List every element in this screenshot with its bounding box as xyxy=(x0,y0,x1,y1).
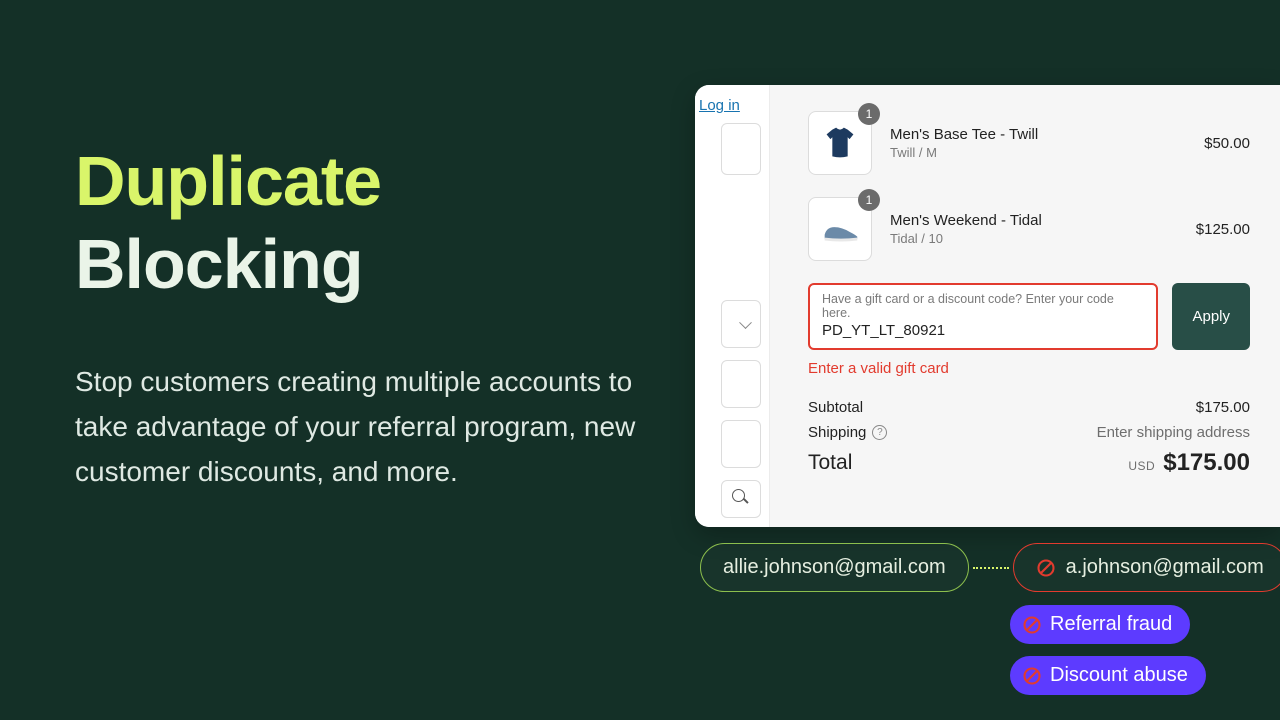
hero-title-line2: Blocking xyxy=(75,223,645,306)
cart-item: 1 Men's Base Tee - Twill Twill / M $50.0… xyxy=(808,111,1250,175)
apply-button[interactable]: Apply xyxy=(1172,283,1250,350)
item-price: $125.00 xyxy=(1196,221,1250,238)
hero-body: Stop customers creating multiple account… xyxy=(75,360,645,494)
subtotal-value: $175.00 xyxy=(1196,399,1250,416)
promo-error: Enter a valid gift card xyxy=(808,360,1250,377)
promo-row: Have a gift card or a discount code? Ent… xyxy=(808,283,1250,350)
subtotal-label: Subtotal xyxy=(808,399,863,416)
ghost-search-field xyxy=(721,480,761,518)
ghost-select xyxy=(721,300,761,348)
email-bad: a.johnson@gmail.com xyxy=(1066,556,1264,579)
block-icon xyxy=(1022,666,1042,686)
tag-label: Referral fraud xyxy=(1050,613,1172,636)
item-name: Men's Weekend - Tidal xyxy=(890,212,1196,229)
login-link[interactable]: Log in xyxy=(699,97,740,114)
block-icon xyxy=(1036,558,1056,578)
total-label: Total xyxy=(808,451,852,475)
promo-value: PD_YT_LT_80921 xyxy=(822,322,1144,339)
checkout-left-rail: Log in xyxy=(695,85,770,527)
checkout-summary: 1 Men's Base Tee - Twill Twill / M $50.0… xyxy=(770,85,1280,527)
connector-dots xyxy=(973,567,1009,569)
shipping-value: Enter shipping address xyxy=(1097,424,1250,441)
block-icon xyxy=(1022,615,1042,635)
ghost-field xyxy=(721,123,761,175)
fraud-tags: Referral fraud Discount abuse xyxy=(1010,605,1206,695)
total-value: $175.00 xyxy=(1163,449,1250,476)
email-good: allie.johnson@gmail.com xyxy=(723,556,946,579)
product-thumb: 1 xyxy=(808,197,872,261)
product-thumb: 1 xyxy=(808,111,872,175)
cart-item: 1 Men's Weekend - Tidal Tidal / 10 $125.… xyxy=(808,197,1250,261)
item-variant: Twill / M xyxy=(890,145,1204,160)
email-pill-valid: allie.johnson@gmail.com xyxy=(700,543,969,592)
item-name: Men's Base Tee - Twill xyxy=(890,126,1204,143)
hero-title: Duplicate Blocking xyxy=(75,140,645,305)
promo-code-input[interactable]: Have a gift card or a discount code? Ent… xyxy=(808,283,1158,350)
checkout-panel: Log in 1 Men's Base Tee - Twill Twill / … xyxy=(695,85,1280,527)
tag-referral-fraud: Referral fraud xyxy=(1010,605,1190,644)
email-pill-duplicate: a.johnson@gmail.com xyxy=(1013,543,1280,592)
help-icon[interactable]: ? xyxy=(872,425,887,440)
item-price: $50.00 xyxy=(1204,135,1250,152)
ghost-field xyxy=(721,360,761,408)
shoe-icon xyxy=(817,206,863,252)
total-currency: USD xyxy=(1128,459,1155,473)
hero-title-line1: Duplicate xyxy=(75,140,645,223)
tag-label: Discount abuse xyxy=(1050,664,1188,687)
tshirt-icon xyxy=(817,120,863,166)
ghost-field xyxy=(721,420,761,468)
shipping-label: Shipping xyxy=(808,424,866,441)
totals: Subtotal $175.00 Shipping ? Enter shippi… xyxy=(808,399,1250,477)
email-comparison: allie.johnson@gmail.com a.johnson@gmail.… xyxy=(700,543,1280,592)
promo-placeholder: Have a gift card or a discount code? Ent… xyxy=(822,292,1144,320)
tag-discount-abuse: Discount abuse xyxy=(1010,656,1206,695)
qty-badge: 1 xyxy=(858,103,880,125)
qty-badge: 1 xyxy=(858,189,880,211)
item-variant: Tidal / 10 xyxy=(890,231,1196,246)
hero: Duplicate Blocking Stop customers creati… xyxy=(75,140,645,495)
